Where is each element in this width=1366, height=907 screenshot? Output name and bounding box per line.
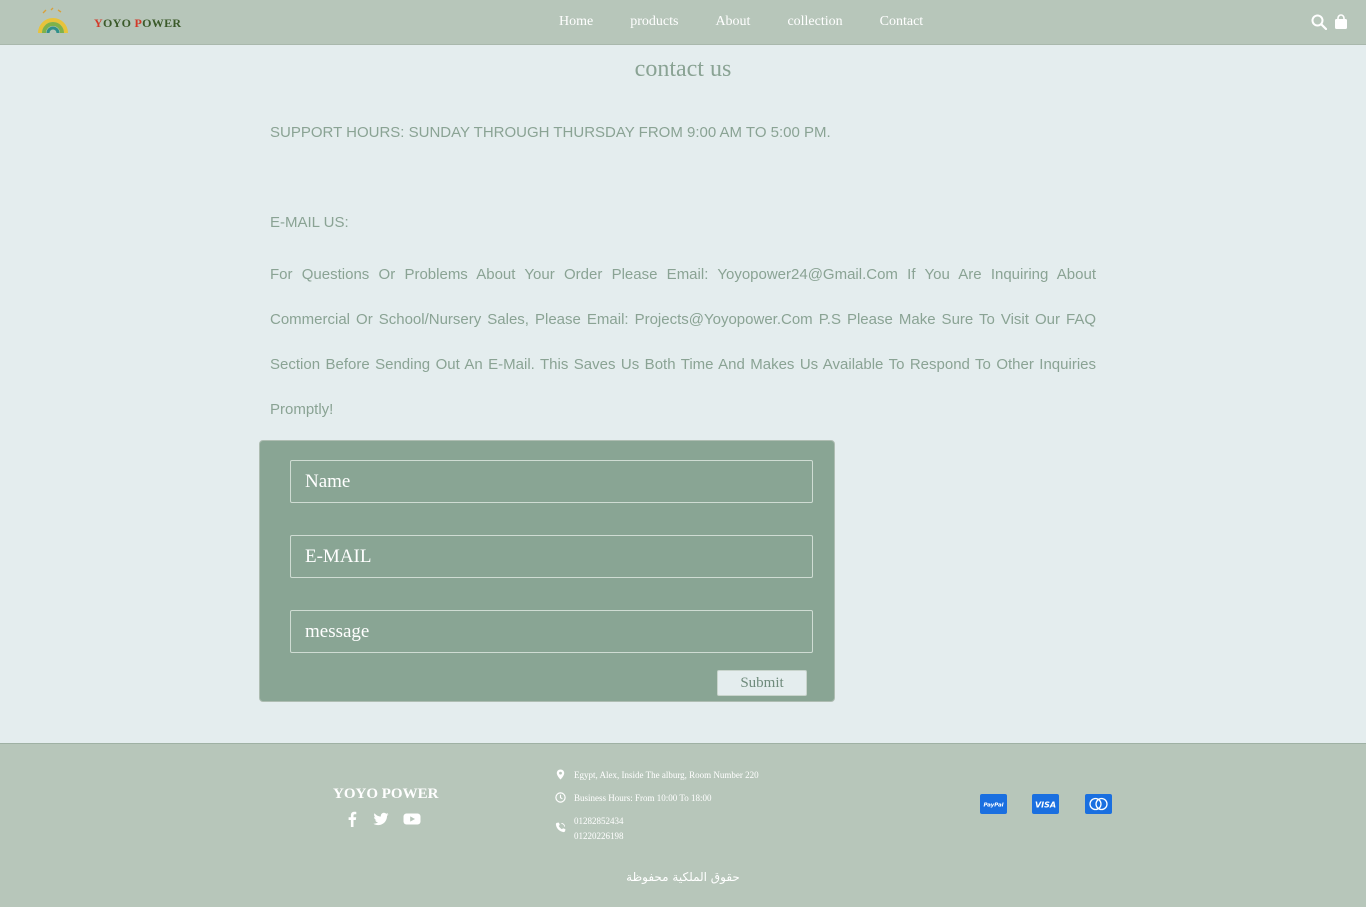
- site-footer: YOYO POWER Egypt, Alex, Inside The albur…: [0, 743, 1366, 907]
- svg-text:PayPal: PayPal: [983, 803, 1003, 809]
- footer-brand: YOYO POWER: [333, 786, 439, 802]
- name-input[interactable]: [290, 460, 813, 503]
- footer-address: Egypt, Alex, Inside The alburg, Room Num…: [555, 768, 759, 783]
- contact-form: Submit: [259, 440, 835, 702]
- location-pin-icon: [556, 769, 565, 780]
- footer-phones: 01282852434 01220226198: [555, 814, 624, 844]
- support-hours: SUPPORT HOURS: SUNDAY THROUGH THURSDAY F…: [270, 124, 831, 141]
- mastercard-icon: [1085, 794, 1112, 814]
- phone-icon: [555, 822, 566, 833]
- rainbow-logo-icon[interactable]: [38, 7, 68, 37]
- page-title: contact us: [634, 56, 732, 82]
- email-paragraph: For Questions Or Problems About Your Ord…: [270, 266, 1096, 418]
- paypal-icon: PayPal: [980, 794, 1007, 814]
- youtube-icon[interactable]: [403, 811, 421, 827]
- hours-text: Business Hours: From 10:00 To 18:00: [574, 793, 712, 803]
- nav-collection[interactable]: collection: [787, 14, 842, 30]
- facebook-icon[interactable]: [344, 811, 360, 827]
- address-text: Egypt, Alex, Inside The alburg, Room Num…: [574, 770, 759, 780]
- footer-hours: Business Hours: From 10:00 To 18:00: [555, 791, 711, 806]
- message-input[interactable]: [290, 610, 813, 653]
- submit-button[interactable]: Submit: [717, 670, 807, 696]
- nav-about[interactable]: About: [715, 14, 750, 30]
- clock-icon: [555, 792, 566, 803]
- phone-2[interactable]: 01220226198: [574, 829, 624, 844]
- shopping-bag-icon[interactable]: [1333, 14, 1349, 30]
- email-input[interactable]: [290, 535, 813, 578]
- copyright-text: حقوق الملكية محفوظة: [626, 870, 740, 884]
- site-header: YOYO POWER Home products About collectio…: [0, 0, 1366, 45]
- twitter-icon[interactable]: [373, 811, 389, 827]
- main-nav: Home products About collection Contact: [559, 14, 923, 30]
- nav-products[interactable]: products: [630, 14, 678, 30]
- brand-name[interactable]: YOYO POWER: [94, 16, 181, 31]
- phone-numbers: 01282852434 01220226198: [574, 814, 624, 844]
- phone-1[interactable]: 01282852434: [574, 814, 624, 829]
- nav-home[interactable]: Home: [559, 14, 593, 30]
- svg-text:VISA: VISA: [1035, 801, 1056, 810]
- visa-icon: VISA: [1032, 794, 1059, 814]
- nav-contact[interactable]: Contact: [880, 14, 924, 30]
- email-heading: E-MAIL US:: [270, 214, 349, 231]
- search-icon[interactable]: [1311, 14, 1327, 30]
